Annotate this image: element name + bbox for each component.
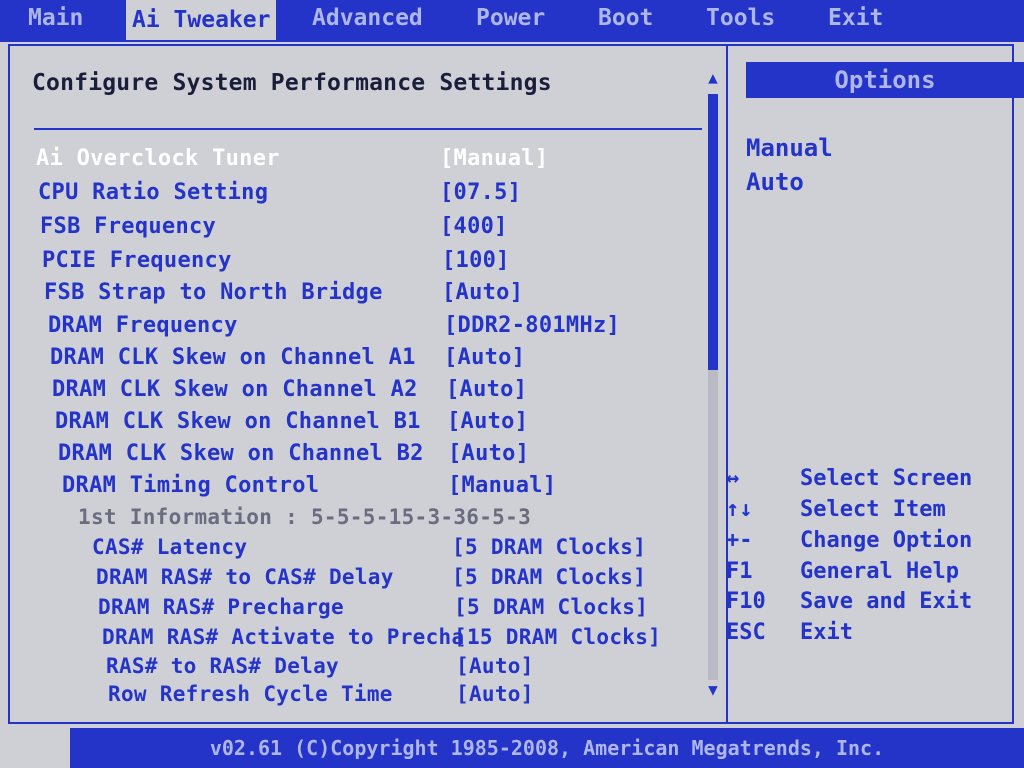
help-desc: Change Option (800, 528, 973, 553)
help-key: ESC (726, 620, 766, 645)
setting-value[interactable]: [400] (440, 214, 508, 239)
setting-label: PCIE Frequency (42, 248, 232, 273)
setting-value[interactable]: [Auto] (442, 280, 523, 305)
setting-label: DRAM RAS# to CAS# Delay (96, 565, 394, 589)
setting-label: CAS# Latency (92, 535, 248, 559)
tab-advanced[interactable]: Advanced (312, 0, 423, 42)
setting-value[interactable]: [Auto] (444, 345, 525, 370)
option-manual[interactable]: Manual (746, 134, 833, 162)
setting-value[interactable]: [Auto] (446, 377, 527, 402)
tab-main[interactable]: Main (28, 0, 83, 42)
info-text: 1st Information : 5-5-5-15-3-36-5-3 (78, 505, 532, 529)
setting-label: DRAM RAS# Precharge (98, 595, 344, 619)
setting-value[interactable]: [5 DRAM Clocks] (452, 565, 646, 589)
setting-value[interactable]: [Auto] (447, 409, 528, 434)
copyright-footer: v02.61 (C)Copyright 1985-2008, American … (70, 728, 1024, 768)
help-desc: Select Screen (800, 466, 973, 491)
setting-value[interactable]: [Auto] (456, 682, 534, 706)
setting-label: DRAM CLK Skew on Channel B2 (58, 441, 424, 466)
setting-value[interactable]: [5 DRAM Clocks] (452, 535, 646, 559)
setting-label: FSB Frequency (40, 214, 217, 239)
scroll-down-arrow-icon[interactable]: ▼ (704, 680, 722, 699)
tab-exit[interactable]: Exit (828, 0, 883, 42)
setting-value[interactable]: [15 DRAM Clocks] (454, 625, 661, 649)
arrow-left-right-icon: ↔ (726, 466, 740, 491)
title-divider (34, 128, 702, 130)
setting-value[interactable]: [5 DRAM Clocks] (454, 595, 648, 619)
help-key: F10 (726, 589, 766, 614)
help-desc: Exit (800, 620, 853, 645)
arrow-up-down-icon: ↑↓ (726, 497, 753, 522)
tab-tools[interactable]: Tools (706, 0, 775, 42)
help-desc: General Help (800, 559, 959, 584)
setting-label: CPU Ratio Setting (38, 180, 269, 205)
help-desc: Save and Exit (800, 589, 973, 614)
setting-label: DRAM CLK Skew on Channel B1 (55, 409, 421, 434)
menu-bar: Main Ai Tweaker Advanced Power Boot Tool… (0, 0, 1024, 42)
option-auto[interactable]: Auto (746, 168, 804, 196)
tab-boot[interactable]: Boot (598, 0, 653, 42)
setting-value[interactable]: [Manual] (440, 146, 548, 171)
setting-label: DRAM Frequency (48, 313, 238, 338)
scroll-thumb[interactable] (708, 94, 718, 370)
plus-minus-icon: +- (726, 528, 753, 553)
bios-screen: Main Ai Tweaker Advanced Power Boot Tool… (0, 0, 1024, 768)
setting-label: DRAM CLK Skew on Channel A2 (52, 377, 418, 402)
setting-label: Row Refresh Cycle Time (108, 682, 393, 706)
setting-label: Ai Overclock Tuner (36, 146, 280, 171)
scroll-up-arrow-icon[interactable]: ▲ (704, 68, 722, 87)
setting-label: RAS# to RAS# Delay (106, 654, 339, 678)
page-title: Configure System Performance Settings (32, 70, 552, 96)
setting-value[interactable]: [07.5] (440, 180, 521, 205)
setting-label: FSB Strap to North Bridge (44, 280, 383, 305)
setting-value[interactable]: [100] (442, 248, 510, 273)
options-header: Options (746, 62, 1024, 98)
setting-label: DRAM RAS# Activate to Precha (102, 625, 465, 649)
setting-label: DRAM CLK Skew on Channel A1 (50, 345, 416, 370)
setting-value[interactable]: [DDR2-801MHz] (444, 313, 620, 338)
setting-value[interactable]: [Auto] (448, 441, 529, 466)
setting-value[interactable]: [Auto] (456, 654, 534, 678)
tab-ai-tweaker[interactable]: Ai Tweaker (126, 0, 277, 40)
setting-label: DRAM Timing Control (62, 473, 320, 498)
scrollbar[interactable]: ▲ ▼ (704, 68, 720, 702)
tab-power[interactable]: Power (476, 0, 545, 42)
help-desc: Select Item (800, 497, 946, 522)
help-key: F1 (726, 559, 753, 584)
setting-value[interactable]: [Manual] (448, 473, 556, 498)
